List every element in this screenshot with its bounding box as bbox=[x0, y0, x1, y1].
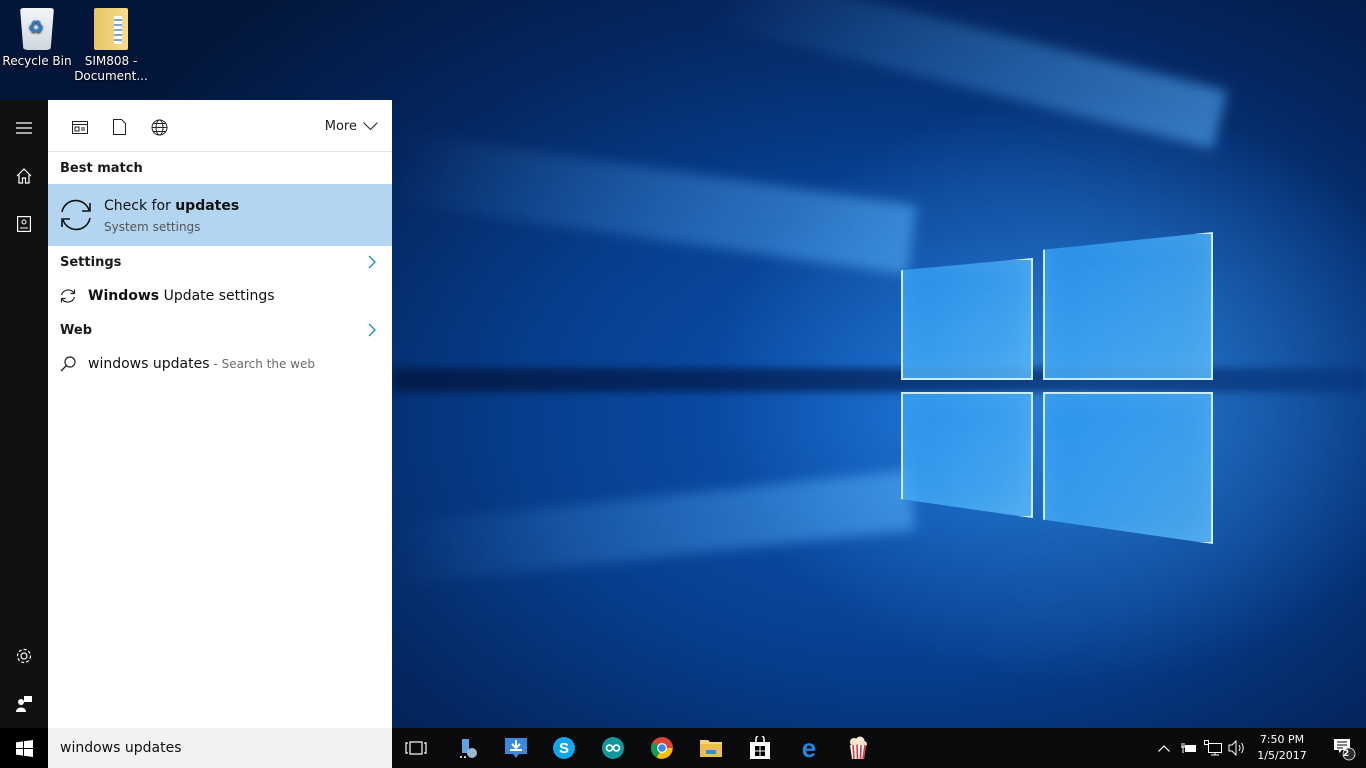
best-match-result[interactable]: Check for updates System settings bbox=[48, 184, 392, 246]
battery-charging-icon bbox=[1181, 743, 1196, 753]
taskbar-app-network[interactable] bbox=[444, 728, 492, 768]
hamburger-button[interactable] bbox=[0, 104, 48, 152]
light-beam bbox=[391, 470, 916, 585]
feedback-icon bbox=[16, 696, 32, 712]
svg-text:e: e bbox=[802, 736, 816, 760]
home-icon bbox=[16, 168, 32, 184]
chevron-right-icon bbox=[368, 323, 376, 337]
web-result-search[interactable]: windows updates - Search the web bbox=[48, 346, 392, 382]
globe-icon bbox=[151, 119, 167, 135]
svg-text:S: S bbox=[559, 740, 569, 757]
light-beam bbox=[708, 0, 1228, 150]
clock-date: 1/5/2017 bbox=[1257, 749, 1307, 762]
taskbar-app-downloader[interactable] bbox=[492, 728, 540, 768]
best-match-heading: Best match bbox=[60, 160, 143, 176]
desktop-icon-label: Recycle Bin bbox=[2, 54, 72, 68]
clock-time: 7:50 PM bbox=[1259, 733, 1305, 746]
chevron-up-icon bbox=[1158, 744, 1170, 752]
sync-icon bbox=[60, 289, 76, 303]
feedback-button[interactable] bbox=[0, 680, 48, 728]
document-filter-icon bbox=[112, 119, 126, 135]
start-rail bbox=[0, 100, 48, 728]
web-hint-text: - Search the web bbox=[213, 357, 315, 371]
chevron-right-icon bbox=[368, 255, 376, 269]
skype-icon: S bbox=[553, 737, 575, 759]
desktop-icon-sim808-document[interactable]: SIM808 - Document... bbox=[74, 8, 148, 84]
taskbar-app-edge[interactable]: e bbox=[785, 728, 833, 768]
arduino-icon bbox=[602, 737, 624, 759]
windows-logo-pane bbox=[901, 392, 1033, 518]
windows-logo-pane bbox=[901, 258, 1033, 380]
edge-icon: e bbox=[802, 736, 816, 760]
result-title-match: Windows bbox=[88, 288, 160, 304]
filter-bar: More bbox=[48, 100, 392, 152]
task-view-button[interactable] bbox=[392, 728, 440, 768]
more-filters-dropdown[interactable]: More bbox=[325, 119, 378, 134]
windows-logo-pane bbox=[1043, 232, 1213, 380]
windows-logo-pane bbox=[1043, 392, 1213, 544]
download-icon bbox=[505, 738, 527, 758]
taskbar-app-file-explorer[interactable] bbox=[687, 728, 735, 768]
task-view-icon bbox=[405, 741, 427, 755]
home-button[interactable] bbox=[0, 152, 48, 200]
apps-filter-icon bbox=[72, 120, 88, 134]
taskbar: S e 7:50 PM 1/5/2017 2 bbox=[392, 728, 1366, 768]
desktop-icon-recycle-bin[interactable]: Recycle Bin bbox=[0, 8, 74, 69]
settings-section-heading[interactable]: Settings bbox=[48, 246, 392, 278]
sync-icon bbox=[61, 199, 91, 231]
filter-apps-button[interactable] bbox=[71, 118, 89, 136]
gear-icon bbox=[16, 648, 32, 664]
web-query-text: windows updates bbox=[88, 356, 210, 372]
light-beam bbox=[392, 132, 917, 275]
notebook-icon bbox=[17, 216, 31, 232]
battery-button[interactable] bbox=[1178, 728, 1200, 768]
chrome-icon bbox=[651, 737, 673, 759]
folder-icon bbox=[700, 740, 722, 757]
desktop-icon-label: Document... bbox=[74, 69, 148, 83]
notebook-button[interactable] bbox=[0, 200, 48, 248]
settings-heading-label: Settings bbox=[60, 254, 122, 270]
settings-result-windows-update[interactable]: Windows Update settings bbox=[48, 278, 392, 314]
popcorn-icon bbox=[850, 736, 867, 760]
chevron-down-icon bbox=[363, 122, 378, 131]
search-input[interactable] bbox=[48, 728, 392, 768]
taskbar-app-store[interactable] bbox=[736, 728, 784, 768]
notification-count-badge: 2 bbox=[1343, 749, 1350, 759]
store-icon bbox=[750, 736, 770, 759]
result-title: Check for updates bbox=[104, 198, 239, 214]
result-title-prefix: Check for bbox=[104, 198, 176, 214]
show-hidden-icons-button[interactable] bbox=[1154, 728, 1174, 768]
more-label: More bbox=[324, 119, 357, 134]
result-title-rest: Update settings bbox=[159, 288, 275, 304]
network-button[interactable] bbox=[1202, 728, 1224, 768]
filter-documents-button[interactable] bbox=[110, 118, 128, 136]
clock[interactable]: 7:50 PM 1/5/2017 bbox=[1252, 732, 1312, 764]
taskbar-app-chrome[interactable] bbox=[638, 728, 686, 768]
settings-button[interactable] bbox=[0, 632, 48, 680]
folder-icon bbox=[94, 8, 128, 50]
volume-button[interactable] bbox=[1226, 728, 1248, 768]
filter-web-button[interactable] bbox=[150, 118, 168, 136]
taskbar-app-popcorn-time[interactable] bbox=[834, 728, 882, 768]
windows-logo-icon bbox=[15, 739, 33, 757]
search-results-panel: More Best match Check for updates System… bbox=[48, 100, 392, 728]
hamburger-icon bbox=[16, 122, 32, 134]
web-section-heading[interactable]: Web bbox=[48, 314, 392, 346]
search-icon bbox=[60, 356, 76, 372]
window-divider-shadow bbox=[392, 368, 1366, 392]
taskbar-app-skype[interactable]: S bbox=[540, 728, 588, 768]
volume-icon bbox=[1228, 740, 1244, 756]
start-button[interactable] bbox=[0, 728, 48, 768]
network-wired-icon bbox=[1204, 740, 1222, 756]
taskbar-app-arduino[interactable] bbox=[589, 728, 637, 768]
web-heading-label: Web bbox=[60, 322, 92, 338]
network-app-icon bbox=[460, 739, 477, 758]
desktop-icon-label: SIM808 - bbox=[84, 54, 138, 68]
action-center-button[interactable]: 2 bbox=[1322, 728, 1366, 768]
recycle-bin-icon bbox=[20, 8, 54, 50]
result-subtitle: System settings bbox=[104, 220, 201, 234]
result-title-match: updates bbox=[175, 198, 240, 214]
